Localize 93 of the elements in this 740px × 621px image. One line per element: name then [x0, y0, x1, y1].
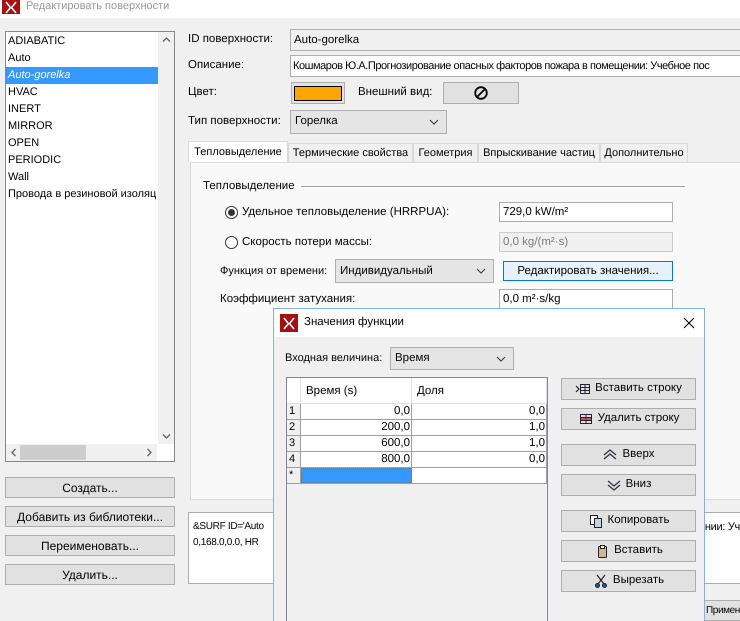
copy-icon: [588, 514, 604, 528]
app-logo-icon: [280, 314, 298, 332]
dialog-action-button[interactable]: Вверх: [561, 444, 696, 466]
chevron-down-icon: [162, 434, 171, 439]
time-function-dropdown[interactable]: Индивидуальный: [335, 259, 494, 284]
list-item[interactable]: PERIODIC: [6, 152, 158, 169]
code-line: нии: Уч: [704, 520, 740, 535]
chevron-right-icon: [147, 448, 152, 457]
field-label: Функция от времени:: [219, 264, 328, 279]
list-action-button[interactable]: Создать...: [5, 477, 175, 498]
input-quantity-dropdown[interactable]: Время: [390, 347, 514, 370]
table-cell: 1,0: [412, 420, 547, 435]
tab[interactable]: Впрыскивание частиц: [478, 143, 600, 162]
chevron-left-icon: [11, 448, 16, 457]
edit-values-button[interactable]: Редактировать значения...: [503, 261, 673, 282]
table-cell: 800,0: [301, 452, 412, 467]
chevron-up-icon: [162, 37, 171, 42]
field-label: Внешний вид:: [358, 85, 434, 100]
tab[interactable]: Дополнительно: [600, 143, 688, 162]
value-field: 0,0 kg/(m²·s): [499, 232, 673, 252]
dialog-action-button[interactable]: Вырезать: [561, 570, 696, 592]
list-item[interactable]: ADIABATIC: [6, 33, 158, 50]
list-item[interactable]: Провода в резиновой изоляц: [6, 186, 158, 203]
section-title: Тепловыделение: [203, 179, 295, 194]
dropdown-value: Горелка: [295, 114, 338, 130]
column-header[interactable]: Время (s): [301, 378, 412, 403]
list-item[interactable]: OPEN: [6, 135, 158, 152]
code-line: 0,168.0,0.0, HR: [193, 536, 259, 550]
table-cell: 0,0: [412, 404, 547, 419]
value-field[interactable]: 729,0 kW/m²: [499, 202, 673, 222]
scrollbar-thumb[interactable]: [20, 445, 86, 460]
horizontal-scrollbar[interactable]: [6, 444, 157, 461]
list-action-button[interactable]: Удалить...: [5, 564, 175, 585]
chevron-down-icon: [476, 268, 486, 274]
field-label: Цвет:: [188, 85, 218, 100]
close-icon: [683, 317, 695, 329]
surface-type-dropdown[interactable]: Горелка: [290, 110, 447, 134]
list-action-button[interactable]: Добавить из библиотеки...: [5, 506, 175, 527]
list-item[interactable]: MIRROR: [6, 118, 158, 135]
row-number: 3: [287, 436, 301, 451]
dialog-action-button[interactable]: Вставить строку: [561, 378, 696, 400]
row-number: 4: [287, 452, 301, 467]
table-cell: 0,0: [301, 404, 412, 419]
dialog-title: Значения функции: [304, 315, 405, 330]
value-field[interactable]: 0,0 m²·s/kg: [499, 289, 673, 310]
table-cell: 200,0: [301, 420, 412, 435]
selected-cell[interactable]: [301, 468, 412, 483]
tab[interactable]: Термические свойства: [288, 143, 413, 162]
dialog-action-button[interactable]: Копировать: [561, 510, 696, 532]
chevron-down-icon: [429, 119, 439, 125]
list-item[interactable]: HVAC: [6, 84, 158, 101]
tab[interactable]: Геометрия: [413, 143, 478, 162]
id-field[interactable]: Auto-gorelka: [290, 29, 740, 51]
vertical-scrollbar[interactable]: [158, 32, 174, 444]
double-chevron-down-icon: [606, 478, 622, 492]
color-picker-button[interactable]: [291, 82, 345, 104]
row-number: 2: [287, 420, 301, 435]
window-title: Редактировать поверхности: [26, 0, 170, 13]
dropdown-value: Индивидуальный: [340, 264, 433, 279]
scissors-icon: [592, 574, 609, 588]
double-chevron-up-icon: [602, 448, 618, 462]
dropdown-value: Время: [395, 350, 430, 366]
tab[interactable]: Тепловыделение: [188, 141, 288, 162]
radio-label: Удельное тепловыделение (HRRPUA):: [242, 204, 450, 220]
radio-label: Скорость потери массы:: [242, 234, 372, 250]
appearance-button[interactable]: [443, 82, 519, 104]
chevron-down-icon: [496, 356, 506, 362]
table-cell: 1,0: [412, 436, 547, 451]
field-label: ID поверхности:: [188, 32, 274, 48]
field-label: Коэффициент затухания:: [219, 292, 356, 307]
table-delete-icon: [578, 412, 594, 426]
dialog-action-button[interactable]: Вниз: [561, 474, 696, 496]
row-number: 1: [287, 404, 301, 419]
field-label: Входная величина:: [285, 351, 384, 366]
list-action-button[interactable]: Переименовать...: [5, 535, 175, 556]
field-label: Тип поверхности:: [188, 114, 282, 130]
field-label: Описание:: [188, 58, 246, 74]
table-cell[interactable]: [412, 468, 547, 483]
column-header[interactable]: Доля: [412, 378, 547, 403]
code-line: &SURF ID='Auto: [193, 520, 264, 534]
list-item[interactable]: Auto: [6, 50, 158, 67]
dialog-action-button[interactable]: Удалить строку: [561, 408, 696, 430]
no-symbol-icon: [474, 86, 488, 100]
table-cell: 0,0: [412, 452, 547, 467]
row-number: *: [287, 468, 301, 483]
dialog-action-button[interactable]: Вставить: [561, 540, 696, 562]
description-field[interactable]: Кошмаров Ю.А.Прогнозирование опасных факторов пожара в помещении: Учебное пос: [290, 55, 740, 77]
apply-button[interactable]: Примен: [704, 600, 740, 621]
table-cell: 600,0: [301, 436, 412, 451]
list-item[interactable]: INERT: [6, 101, 158, 118]
table-insert-icon: [575, 382, 592, 396]
radio-button[interactable]: [225, 206, 238, 219]
list-item[interactable]: Wall: [6, 169, 158, 186]
